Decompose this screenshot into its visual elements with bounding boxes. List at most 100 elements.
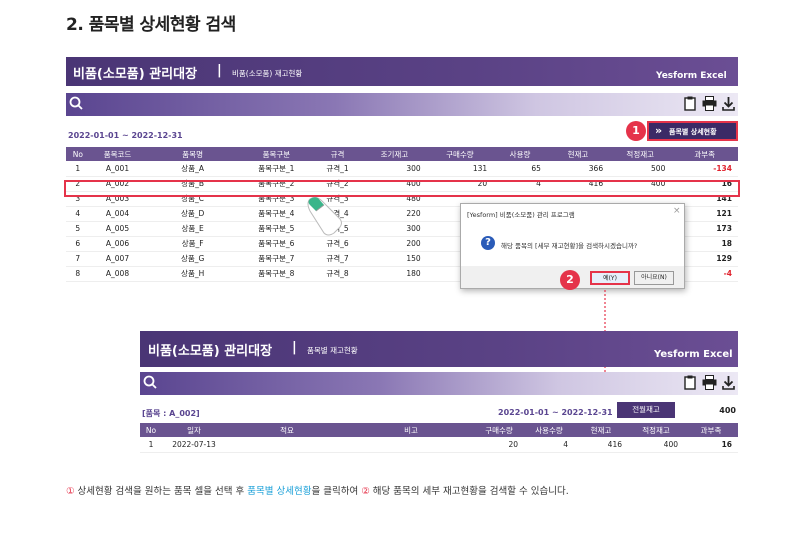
- question-icon: ?: [481, 236, 495, 250]
- col-purchase-qty: 구매수량: [426, 147, 494, 161]
- dialog-message: 해당 품목의 [세부 재고현황]을 검색하시겠습니까?: [501, 242, 638, 250]
- table-cell[interactable]: 1: [66, 161, 90, 177]
- table-cell[interactable]: 5: [66, 221, 90, 237]
- prev-stock-label: 전월재고: [617, 402, 675, 418]
- search-icon[interactable]: [69, 96, 83, 113]
- caption-text-1: 상세현황 검색을 원하는 품목 셀을 선택 후: [74, 486, 248, 497]
- copy-icon[interactable]: [684, 96, 696, 114]
- dialog-title: [Yesform] 비품(소모품) 관리 프로그램: [467, 211, 575, 219]
- table-cell[interactable]: A_004: [89, 206, 146, 222]
- table-cell[interactable]: 상품_G: [145, 251, 240, 267]
- dialog-close-button[interactable]: ×: [673, 206, 681, 216]
- table-cell[interactable]: 상품_E: [145, 221, 240, 237]
- caption-step-2: ②: [361, 486, 370, 497]
- table-cell[interactable]: 366: [546, 161, 610, 177]
- table-cell[interactable]: [226, 437, 348, 453]
- table-cell[interactable]: 규격_7: [312, 251, 363, 267]
- table-cell[interactable]: -134: [671, 161, 738, 177]
- table-cell[interactable]: A_005: [89, 221, 146, 237]
- table-cell[interactable]: 180: [362, 266, 427, 282]
- table-row[interactable]: 1 A_001 상품_A 품목구분_1 규격_1 300 131 65 366 500 -134: [66, 161, 738, 177]
- double-chevron-icon: »: [655, 124, 663, 137]
- table-cell[interactable]: 300: [362, 161, 427, 177]
- download-icon[interactable]: [722, 375, 735, 393]
- table-cell[interactable]: 4: [524, 437, 574, 453]
- table-cell[interactable]: 220: [362, 206, 427, 222]
- table-cell[interactable]: 상품_A: [145, 161, 240, 177]
- table-cell[interactable]: A_008: [89, 266, 146, 282]
- table-cell[interactable]: A_006: [89, 236, 146, 252]
- table-cell[interactable]: 상품_D: [145, 206, 240, 222]
- item-detail-label: 품목별 상세현황: [669, 128, 717, 136]
- table-cell[interactable]: 품목구분_5: [239, 221, 313, 237]
- table-cell[interactable]: 2022-07-13: [162, 437, 226, 453]
- table-cell[interactable]: 1: [140, 437, 162, 453]
- table-cell[interactable]: 품목구분_7: [239, 251, 313, 267]
- table-cell[interactable]: 131: [426, 161, 494, 177]
- bottom-title: 비품(소모품) 관리대장: [148, 344, 273, 359]
- table-cell[interactable]: 7: [66, 251, 90, 267]
- dialog-yes-button[interactable]: 예(Y): [590, 271, 630, 285]
- col-item-name: 품목명: [145, 147, 240, 161]
- bottom-separator: |: [292, 340, 297, 355]
- bottom-date-range: 2022-01-01 ~ 2022-12-31: [498, 408, 613, 417]
- item-detail-button[interactable]: » 품목별 상세현황: [647, 121, 738, 141]
- print-icon[interactable]: [702, 96, 717, 114]
- caption-step-1: ①: [66, 486, 75, 497]
- col-no: No: [66, 147, 90, 161]
- search-icon[interactable]: [143, 375, 157, 392]
- col-purchase-qty: 구매수량: [474, 423, 524, 437]
- print-icon[interactable]: [702, 375, 717, 393]
- col-remarks: 비고: [348, 423, 474, 437]
- dialog-no-button[interactable]: 아니요(N): [634, 271, 674, 285]
- caption-text-2: 을 클릭하여: [311, 486, 362, 497]
- col-usage: 사용량: [493, 147, 547, 161]
- table-cell[interactable]: 규격_8: [312, 266, 363, 282]
- table-cell[interactable]: 품목구분_8: [239, 266, 313, 282]
- top-header: 비품(소모품) 관리대장 | 비품(소모품) 재고현황 Yesform Exce…: [66, 57, 738, 86]
- top-date-range: 2022-01-01 ~ 2022-12-31: [68, 131, 183, 140]
- top-toolbar: [66, 93, 738, 116]
- table-cell[interactable]: 품목구분_4: [239, 206, 313, 222]
- bottom-table: No 일자 적요 비고 구매수량 사용수량 현재고 적정재고 과부족 1 2022…: [140, 423, 738, 453]
- table-cell[interactable]: 400: [628, 437, 684, 453]
- top-title: 비품(소모품) 관리대장: [73, 67, 198, 82]
- bottom-toolbar: [140, 372, 738, 395]
- table-cell[interactable]: A_007: [89, 251, 146, 267]
- table-cell[interactable]: 500: [609, 161, 672, 177]
- table-cell[interactable]: 65: [493, 161, 547, 177]
- col-initial-stock: 조기재고: [362, 147, 427, 161]
- caption-text-3: 해당 품목의 세부 재고현황을 검색할 수 있습니다.: [369, 486, 569, 497]
- table-cell[interactable]: 4: [66, 206, 90, 222]
- table-cell[interactable]: 상품_H: [145, 266, 240, 282]
- col-surplus-shortage: 과부족: [684, 423, 738, 437]
- table-cell[interactable]: 상품_F: [145, 236, 240, 252]
- table-cell[interactable]: A_001: [89, 161, 146, 177]
- selected-row-highlight: [64, 180, 740, 197]
- table-cell[interactable]: 200: [362, 236, 427, 252]
- top-brand: Yesform Excel: [656, 71, 727, 81]
- download-icon[interactable]: [722, 96, 735, 114]
- bottom-subtitle: 품목별 재고현황: [307, 346, 358, 355]
- table-cell[interactable]: 16: [684, 437, 738, 453]
- table-cell[interactable]: 품목구분_6: [239, 236, 313, 252]
- badge-step-1: 1: [626, 121, 646, 141]
- table-cell[interactable]: 8: [66, 266, 90, 282]
- col-current-stock: 현재고: [574, 423, 628, 437]
- table-cell[interactable]: 300: [362, 221, 427, 237]
- table-cell[interactable]: [348, 437, 474, 453]
- copy-icon[interactable]: [684, 375, 696, 393]
- table-cell[interactable]: 6: [66, 236, 90, 252]
- top-subtitle: 비품(소모품) 재고현황: [232, 69, 303, 78]
- table-row[interactable]: 1 2022-07-13 20 4 416 400 16: [140, 437, 738, 453]
- bottom-table-header: No 일자 적요 비고 구매수량 사용수량 현재고 적정재고 과부족: [140, 423, 738, 437]
- table-cell[interactable]: 20: [474, 437, 524, 453]
- col-spec: 규격: [312, 147, 363, 161]
- table-cell[interactable]: 규격_1: [312, 161, 363, 177]
- col-proper-stock: 적정재고: [609, 147, 672, 161]
- caption-highlight: 품목별 상세현황: [247, 486, 312, 497]
- table-cell[interactable]: 150: [362, 251, 427, 267]
- table-cell[interactable]: 416: [574, 437, 628, 453]
- section-title: 2. 품목별 상세현황 검색: [66, 15, 236, 35]
- table-cell[interactable]: 품목구분_1: [239, 161, 313, 177]
